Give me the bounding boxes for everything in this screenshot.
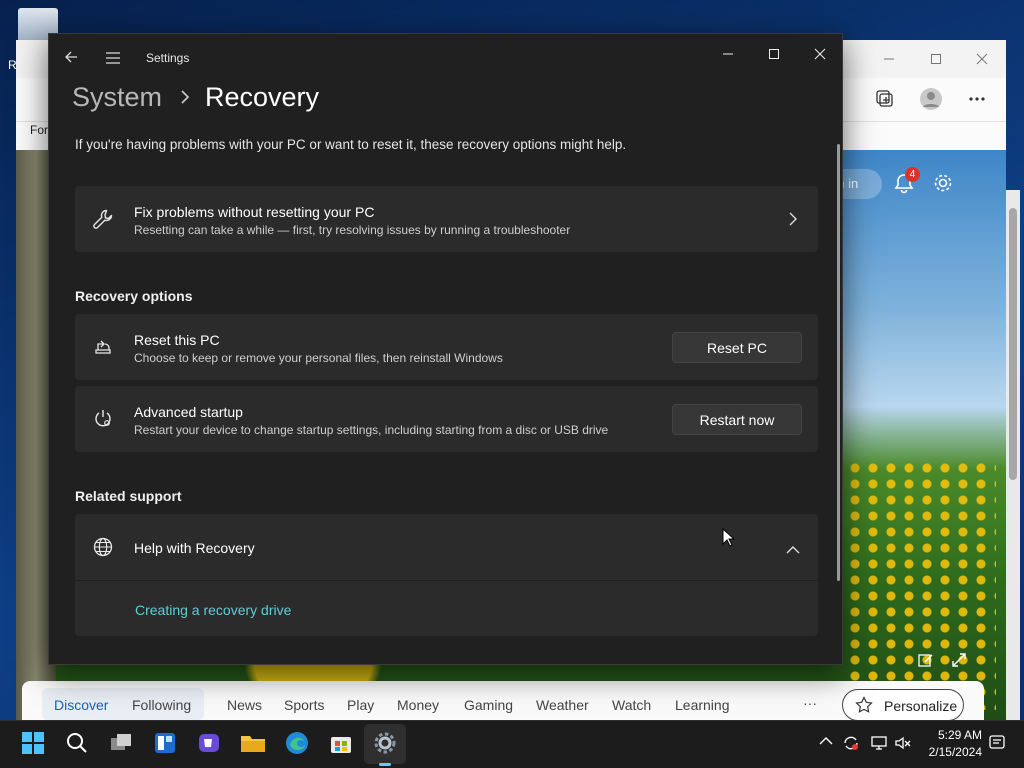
chevron-up-icon[interactable] <box>786 542 800 560</box>
notification-count-badge: 4 <box>905 167 920 182</box>
settings-scrollbar[interactable] <box>837 144 840 581</box>
settings-close-icon[interactable] <box>800 39 840 69</box>
volume-muted-icon[interactable] <box>894 734 912 752</box>
settings-window: Settings System Recovery If you're havin… <box>48 33 843 665</box>
search-icon[interactable] <box>64 730 90 756</box>
teams-chat-icon[interactable] <box>196 730 222 756</box>
personalize-button[interactable]: Personalize <box>842 689 964 721</box>
personalize-star-icon <box>855 696 873 717</box>
fix-problems-card[interactable]: Fix problems without resetting your PC R… <box>75 186 818 252</box>
reset-pc-card: Reset this PC Choose to keep or remove y… <box>75 314 818 380</box>
edge-browser-icon[interactable] <box>284 730 310 756</box>
feed-tab-discover[interactable]: Discover <box>54 697 108 713</box>
restart-now-button[interactable]: Restart now <box>672 404 802 435</box>
expand-icon[interactable] <box>949 652 969 672</box>
microsoft-store-icon[interactable] <box>328 730 354 756</box>
edge-close-icon[interactable] <box>971 48 993 70</box>
chevron-right-icon <box>788 212 798 231</box>
breadcrumb-system[interactable]: System <box>72 82 162 113</box>
creating-recovery-drive-link[interactable]: Creating a recovery drive <box>135 602 291 618</box>
feed-tab-sports[interactable]: Sports <box>284 697 324 713</box>
edge-minimize-icon[interactable] <box>878 48 900 70</box>
active-app-indicator <box>379 763 391 766</box>
feed-more-button[interactable]: ··· <box>803 695 817 711</box>
feed-tab-following[interactable]: Following <box>132 697 191 713</box>
edge-scrollbar[interactable] <box>1006 190 1020 760</box>
sync-status-icon[interactable] <box>842 734 860 752</box>
settings-maximize-icon[interactable] <box>754 39 794 69</box>
feed-tab-money[interactable]: Money <box>397 697 439 713</box>
reset-pc-icon <box>92 336 114 358</box>
help-with-recovery-card[interactable]: Help with Recovery <box>75 514 818 580</box>
back-arrow-icon[interactable] <box>63 49 83 69</box>
personalize-label: Personalize <box>884 698 958 714</box>
advanced-startup-card: Advanced startup Restart your device to … <box>75 386 818 452</box>
dandelion-field <box>846 460 996 710</box>
feed-tab-weather[interactable]: Weather <box>536 697 589 713</box>
recovery-options-heading: Recovery options <box>75 288 193 304</box>
widgets-icon[interactable] <box>152 730 178 756</box>
file-explorer-icon[interactable] <box>240 730 266 756</box>
reset-card-title: Reset this PC <box>134 332 220 348</box>
wrench-icon <box>92 208 114 230</box>
edge-maximize-icon[interactable] <box>925 48 947 70</box>
help-card-title: Help with Recovery <box>134 540 255 556</box>
related-support-heading: Related support <box>75 488 182 504</box>
task-view-icon[interactable] <box>108 730 134 756</box>
reset-card-description: Choose to keep or remove your personal f… <box>134 351 503 365</box>
advanced-card-title: Advanced startup <box>134 404 243 420</box>
edge-scroll-thumb[interactable] <box>1009 208 1017 480</box>
favorites-item[interactable]: For <box>30 123 48 137</box>
hamburger-menu-icon[interactable] <box>105 51 123 67</box>
globe-icon <box>92 536 114 558</box>
fix-card-description: Resetting can take a while — first, try … <box>134 223 571 237</box>
feed-tab-news[interactable]: News <box>227 697 262 713</box>
page-title: Recovery <box>205 82 320 112</box>
profile-avatar-icon[interactable] <box>918 86 944 112</box>
network-icon[interactable] <box>870 734 888 752</box>
feed-settings-gear-icon[interactable] <box>932 172 956 196</box>
mouse-cursor-icon <box>722 527 736 548</box>
feed-tab-play[interactable]: Play <box>347 697 374 713</box>
edit-background-icon[interactable] <box>916 652 936 672</box>
feed-tab-learning[interactable]: Learning <box>675 697 730 713</box>
settings-app-icon[interactable] <box>372 730 398 756</box>
collections-icon[interactable] <box>872 86 898 112</box>
advanced-startup-icon <box>92 408 114 430</box>
fix-card-title: Fix problems without resetting your PC <box>134 204 375 220</box>
start-windows-icon[interactable] <box>20 730 46 756</box>
breadcrumb-chevron-icon <box>179 88 191 111</box>
feed-tab-gaming[interactable]: Gaming <box>464 697 513 713</box>
taskbar-time[interactable]: 5:29 AM <box>926 728 982 742</box>
settings-window-title: Settings <box>146 51 190 65</box>
settings-minimize-icon[interactable] <box>708 39 748 69</box>
notification-center-icon[interactable] <box>988 734 1006 752</box>
feed-tab-watch[interactable]: Watch <box>612 697 651 713</box>
show-hidden-icons-chevron-icon[interactable] <box>817 734 835 752</box>
taskbar-date[interactable]: 2/15/2024 <box>926 745 982 759</box>
advanced-card-description: Restart your device to change startup se… <box>134 423 609 437</box>
reset-pc-button[interactable]: Reset PC <box>672 332 802 363</box>
more-menu-icon[interactable] <box>964 86 990 112</box>
intro-text: If you're having problems with your PC o… <box>75 137 627 152</box>
